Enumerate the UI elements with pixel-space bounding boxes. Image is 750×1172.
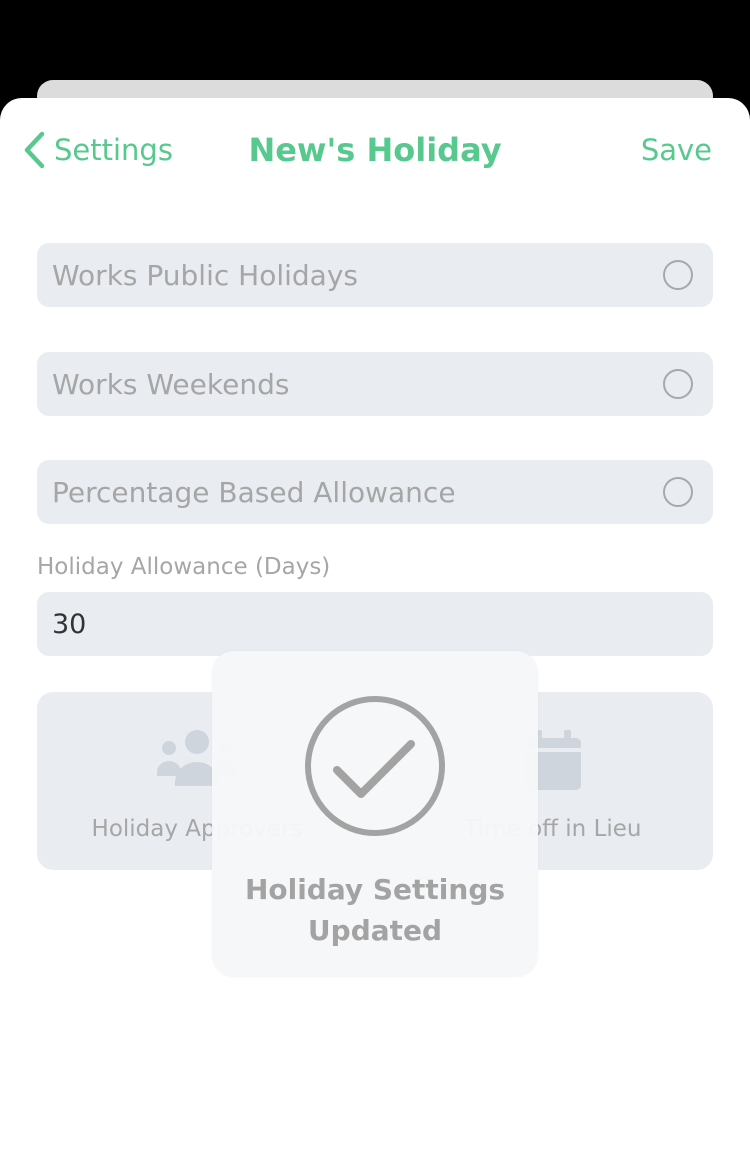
toggle-label: Works Public Holidays — [52, 258, 358, 292]
toggle-works-weekends[interactable]: Works Weekends — [37, 352, 713, 416]
toast-message: Holiday Settings Updated — [222, 869, 528, 951]
back-button[interactable]: Settings — [22, 128, 173, 172]
radio-button[interactable] — [663, 260, 693, 290]
radio-button[interactable] — [663, 369, 693, 399]
toggle-label: Works Weekends — [52, 367, 290, 401]
holiday-allowance-input[interactable] — [37, 592, 713, 656]
chevron-left-icon — [24, 131, 45, 169]
success-toast: Holiday Settings Updated — [212, 651, 538, 977]
toast-line-2: Updated — [307, 914, 443, 947]
toggle-works-public-holidays[interactable]: Works Public Holidays — [37, 243, 713, 307]
back-button-label: Settings — [54, 133, 173, 167]
toggle-percentage-based-allowance[interactable]: Percentage Based Allowance — [37, 460, 713, 524]
checkmark-circle-icon — [305, 696, 445, 836]
toggle-label: Percentage Based Allowance — [52, 475, 456, 509]
holiday-allowance-label: Holiday Allowance (Days) — [37, 554, 331, 580]
holiday-settings-sheet: Settings New's Holiday Save Works Public… — [0, 98, 750, 1172]
save-button[interactable]: Save — [641, 128, 712, 172]
radio-button[interactable] — [663, 477, 693, 507]
screen: Settings New's Holiday Save Works Public… — [0, 0, 750, 1172]
toast-line-1: Holiday Settings — [244, 873, 506, 906]
